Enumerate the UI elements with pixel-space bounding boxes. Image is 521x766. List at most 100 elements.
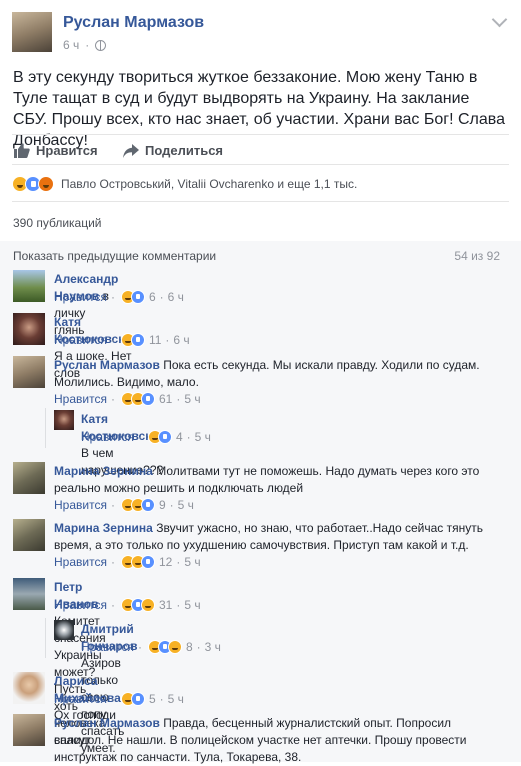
comment-reactions[interactable]: 6 xyxy=(120,290,156,304)
share-arrow-icon xyxy=(123,143,139,158)
comment-reactions[interactable]: 12 xyxy=(120,555,173,569)
reaction-count: 8 xyxy=(185,640,193,654)
share-label: Поделиться xyxy=(145,143,224,158)
comment-text: Пока есть секунда. Мы искали правду. Ход… xyxy=(163,358,480,372)
comment-text-line2: валидол. Не нашли. В полицейском участке… xyxy=(54,733,467,747)
comment-reactions[interactable]: 9 xyxy=(120,498,166,512)
reaction-count: 61 xyxy=(158,392,173,406)
reaction-count: 12 xyxy=(158,555,173,569)
comment-footer: Нравится · 31 · 5 ч xyxy=(54,598,201,612)
comment-footer: Нравится · 61 · 5 ч xyxy=(54,392,201,406)
comment-time[interactable]: 6 ч xyxy=(168,290,184,304)
comment-like-button[interactable]: Нравится xyxy=(54,555,107,569)
avatar[interactable] xyxy=(13,578,45,610)
comment-footer: Нравится · 12 · 5 ч xyxy=(54,555,201,569)
like-reaction-icon xyxy=(140,392,155,406)
like-button[interactable]: Нравится xyxy=(14,143,98,158)
comment-time[interactable]: 5 ч xyxy=(168,692,184,706)
comment-reactions[interactable]: 31 xyxy=(120,598,173,612)
comment-footer: Нравится · 4 · 5 ч xyxy=(81,430,211,444)
comment-footer: Нравится · 9 · 5 ч xyxy=(54,498,194,512)
chevron-down-icon[interactable] xyxy=(491,11,508,28)
like-label: Нравится xyxy=(36,143,98,158)
avatar[interactable] xyxy=(13,313,45,345)
reaction-count: 11 xyxy=(148,333,162,347)
comment-footer: Нравится · 11 · 6 ч xyxy=(54,333,190,347)
comment-like-button[interactable]: Нравится xyxy=(81,430,134,444)
avatar[interactable] xyxy=(13,356,45,388)
reaction-count: 6 xyxy=(148,290,156,304)
comment-like-button[interactable]: Нравится xyxy=(54,498,107,512)
comment-text-line2: Молились. Видимо, мало. xyxy=(54,375,199,389)
comment-reactions[interactable]: 5 xyxy=(120,692,156,706)
angry-reaction-icon xyxy=(38,176,54,192)
comment-time[interactable]: 5 ч xyxy=(184,392,200,406)
share-button[interactable]: Поделиться xyxy=(123,143,223,158)
reactions-text: Павло Островський, Vitalii Ovcharenko и … xyxy=(61,177,358,191)
comment-like-button[interactable]: Нравится xyxy=(54,598,107,612)
like-reaction-icon xyxy=(130,290,145,304)
avatar[interactable] xyxy=(13,519,45,551)
comment-like-button[interactable]: Нравится xyxy=(54,333,107,347)
comment-reactions[interactable]: 61 xyxy=(120,392,173,406)
comment-text-line2: время, а это только по ухудшению самочув… xyxy=(54,538,469,552)
wow-reaction-icon xyxy=(140,598,155,612)
comment-like-button[interactable]: Нравится xyxy=(54,290,107,304)
like-reaction-icon xyxy=(130,333,145,347)
show-previous-comments-link[interactable]: Показать предыдущие комментарии xyxy=(13,249,216,263)
comment-time[interactable]: 5 ч xyxy=(178,498,194,512)
like-reaction-icon xyxy=(130,692,145,706)
comment-text: Звучит ужасно, но знаю, что работает..На… xyxy=(156,521,484,535)
post-time[interactable]: 6 ч xyxy=(63,38,79,52)
divider xyxy=(12,134,509,135)
reply-thread-line xyxy=(45,618,46,658)
comment-like-button[interactable]: Нравится xyxy=(54,392,107,406)
avatar[interactable] xyxy=(54,410,74,430)
comment-text-line2: реально можно решить и подключать людей xyxy=(54,481,304,495)
comment-like-button[interactable]: Нравится xyxy=(54,692,107,706)
avatar[interactable] xyxy=(54,620,74,640)
avatar[interactable] xyxy=(13,270,45,302)
comment-like-button[interactable]: Нравится xyxy=(81,640,134,654)
comment-author[interactable]: Марина Зернина xyxy=(54,521,153,535)
shares-count[interactable]: 390 публикаций xyxy=(13,216,102,230)
comment-reactions[interactable]: 4 xyxy=(147,430,183,444)
comment-author[interactable]: Руслан Мармазов xyxy=(54,716,160,730)
author-avatar[interactable] xyxy=(12,12,52,52)
post-meta: 6 ч · xyxy=(63,38,107,52)
avatar[interactable] xyxy=(13,714,45,746)
like-reaction-icon xyxy=(157,430,172,444)
comment-time[interactable]: 5 ч xyxy=(184,598,200,612)
comment-text: Молитвами тут не поможешь. Надо думать ч… xyxy=(156,464,480,478)
comment-time[interactable]: 6 ч xyxy=(173,333,189,347)
comment-time[interactable]: 3 ч xyxy=(205,640,221,654)
facebook-post: Руслан Мармазов 6 ч · В эту секунду твор… xyxy=(0,0,521,764)
wow-reaction-icon xyxy=(167,640,182,654)
comment-author[interactable]: Марина Зернина xyxy=(54,464,153,478)
avatar[interactable] xyxy=(13,462,45,494)
comment-time[interactable]: 5 ч xyxy=(184,555,200,569)
like-reaction-icon xyxy=(140,555,155,569)
reaction-count: 5 xyxy=(148,692,156,706)
comment-reactions[interactable]: 8 xyxy=(147,640,193,654)
reactions-summary[interactable]: Павло Островський, Vitalii Ovcharenko и … xyxy=(12,176,357,192)
globe-icon xyxy=(95,39,107,51)
thumbs-up-icon xyxy=(14,143,30,158)
avatar[interactable] xyxy=(13,672,45,704)
comment-author[interactable]: Руслан Мармазов xyxy=(54,358,160,372)
comment-footer: Нравится · 6 · 6 ч xyxy=(54,290,184,304)
reaction-count: 31 xyxy=(158,598,173,612)
reaction-count: 9 xyxy=(158,498,166,512)
comment-time[interactable]: 5 ч xyxy=(195,430,211,444)
author-name[interactable]: Руслан Мармазов xyxy=(63,14,204,32)
post-text: В эту секунду твориться жуткое беззакони… xyxy=(13,69,506,149)
comment-footer: Нравится · 5 · 5 ч xyxy=(54,692,184,706)
comment-reactions[interactable]: 11 xyxy=(120,333,162,347)
reaction-count: 4 xyxy=(175,430,183,444)
comment-text: Правда, бесценный журналистский опыт. По… xyxy=(163,716,452,730)
reply-thread-line xyxy=(45,408,46,448)
comments-count: 54 из 92 xyxy=(454,249,500,263)
divider xyxy=(12,164,509,165)
like-reaction-icon xyxy=(140,498,155,512)
divider xyxy=(12,201,509,202)
